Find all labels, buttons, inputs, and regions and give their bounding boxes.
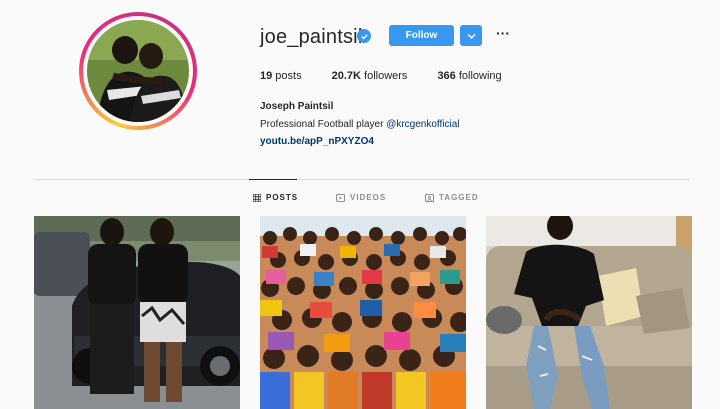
profile-username: joe_paintsil — [260, 26, 363, 48]
tag-icon — [425, 193, 434, 202]
profile-website-link[interactable]: youtu.be/apP_nPXYZO4 — [260, 136, 374, 147]
avatar[interactable] — [87, 20, 189, 122]
post-image — [486, 216, 692, 409]
profile-bio: Professional Football player @krcgenkoff… — [260, 119, 460, 130]
profile-stats: 19 posts 20.7K followers 366 following — [260, 70, 532, 82]
followers-count: 20.7K — [331, 70, 361, 82]
posts-count: 19 — [260, 70, 273, 82]
bio-text: Professional Football player — [260, 119, 387, 130]
following-stat[interactable]: 366 following — [437, 70, 501, 82]
following-count: 366 — [437, 70, 456, 82]
more-options-button[interactable]: ··· — [494, 26, 512, 44]
followers-stat[interactable]: 20.7K followers — [332, 70, 408, 82]
chevron-down-icon — [466, 33, 476, 39]
avatar-border — [83, 16, 193, 126]
followers-label: followers — [360, 70, 408, 82]
verified-badge-icon — [357, 29, 371, 43]
tab-posts[interactable]: POSTS — [253, 193, 298, 202]
post-thumbnail[interactable] — [260, 216, 466, 409]
tab-tagged[interactable]: TAGGED — [425, 193, 479, 202]
follow-button[interactable]: Follow — [389, 25, 454, 46]
tab-videos-label: VIDEOS — [350, 193, 387, 202]
tab-videos[interactable]: VIDEOS — [336, 193, 386, 202]
post-image — [34, 216, 240, 409]
posts-stat: 19 posts — [260, 70, 302, 82]
following-label: following — [455, 70, 502, 82]
tab-posts-label: POSTS — [266, 193, 299, 202]
bio-mention-link[interactable]: @krcgenkofficial — [386, 119, 459, 130]
suggestions-dropdown-button[interactable] — [460, 25, 482, 46]
tabs-divider — [34, 179, 690, 180]
profile-full-name: Joseph Paintsil — [260, 101, 334, 112]
post-thumbnail[interactable] — [34, 216, 240, 409]
avatar-photo — [87, 20, 189, 122]
posts-label: posts — [272, 70, 302, 82]
grid-icon — [253, 193, 261, 202]
video-icon — [336, 193, 345, 202]
profile-avatar-ring[interactable] — [79, 12, 197, 130]
post-thumbnail[interactable] — [486, 216, 692, 409]
tab-tagged-label: TAGGED — [439, 193, 479, 202]
active-tab-indicator — [249, 179, 297, 180]
post-image — [260, 216, 466, 409]
